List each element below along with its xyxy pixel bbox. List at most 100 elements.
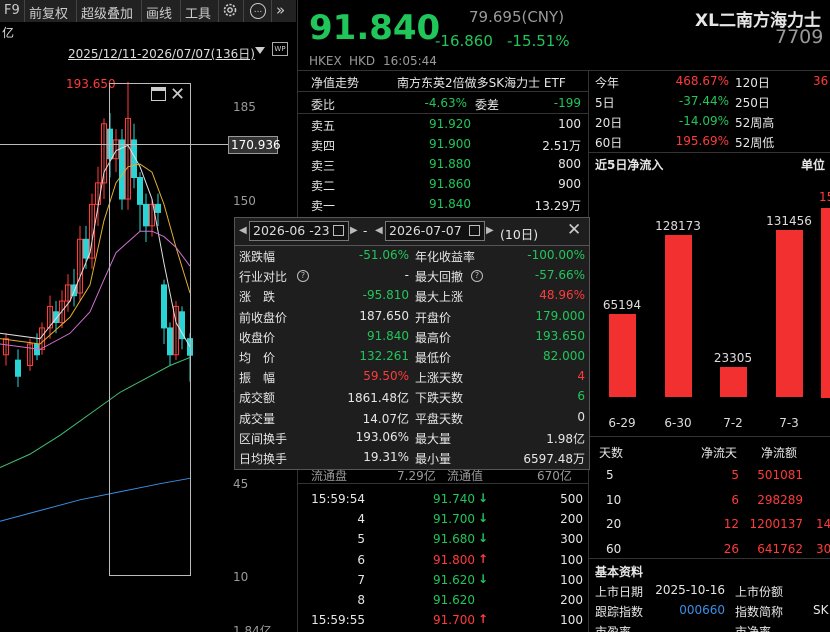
interval-days: (10日) [500, 227, 539, 242]
range-dropdown-icon[interactable] [255, 47, 265, 54]
flow-day-label: 7-3 [779, 416, 799, 430]
ask-volume: 800 [558, 157, 581, 171]
nav-trend-tab[interactable]: 净值走势 [311, 74, 359, 91]
tick-time: 15:59:54 [311, 492, 365, 506]
popup-metric-label: 最大回撤 [415, 270, 464, 285]
help-icon[interactable]: ? [297, 270, 309, 283]
popup-metric-label: 涨 跌 [239, 290, 276, 305]
market-label: HKEX [309, 54, 342, 68]
popup-metric-value: 59.50% [363, 369, 409, 384]
start-date-input[interactable]: 2026-06 -23 [249, 221, 349, 241]
tick-volume: 300 [560, 532, 583, 547]
popup-metric-value: -100.00% [527, 248, 585, 262]
flow-bar[interactable] [776, 230, 803, 397]
overlay-button[interactable]: 超级叠加 [81, 3, 133, 22]
flow-bar[interactable] [665, 234, 692, 397]
popup-metric-label: 最低价 [415, 351, 452, 365]
flow-title: 近5日净流入 [595, 158, 664, 172]
flow-table-amount: 501081 [757, 468, 803, 482]
basic-info-key: 上市份额 [735, 585, 784, 599]
volume-unit: 亿 [2, 26, 15, 40]
close-icon[interactable]: ✕ [170, 84, 185, 105]
flow-table-days: 10 [606, 492, 622, 507]
ask-level-label: 卖三 [311, 159, 336, 173]
tick-price: 91.800 [433, 552, 475, 567]
prev-start-icon[interactable]: ◀ [239, 225, 247, 236]
calendar-icon[interactable] [469, 225, 480, 236]
ask-level-label: 卖一 [311, 199, 336, 213]
tick-volume: 200 [560, 512, 583, 527]
down-arrow-icon: ↓ [478, 491, 489, 505]
gear-icon[interactable] [222, 2, 238, 22]
popup-metric-label: 下跌天数 [415, 391, 464, 406]
flow-bar[interactable] [609, 314, 636, 397]
flow-table-days: 60 [606, 541, 622, 556]
popup-metric-label: 日均换手 [239, 452, 288, 466]
stat-period-value: -37.44% [678, 94, 729, 108]
tick-price: 91.680 [433, 532, 475, 547]
change-percent: -15.51% [507, 32, 570, 50]
tick-price: 91.620 [433, 572, 475, 587]
f9-button[interactable]: F9 [4, 3, 20, 18]
popup-metric-value: -57.66% [534, 268, 585, 283]
calendar-icon[interactable] [333, 225, 344, 236]
basic-info-value[interactable]: 000660 [643, 603, 725, 617]
popup-metric-label: 前收盘价 [239, 310, 288, 325]
popup-metric-label: 均 价 [239, 351, 276, 365]
ask-price[interactable]: 91.920 [387, 117, 471, 131]
popup-metric-value: 14.07亿 [362, 411, 409, 426]
tick-volume: 500 [560, 492, 583, 506]
popup-metric-label: 收盘价 [239, 330, 276, 345]
basic-info-value: SK [813, 603, 829, 617]
ask-price[interactable]: 91.880 [387, 157, 471, 171]
currency-label: HKD [349, 54, 376, 68]
down-arrow-icon: ↓ [478, 511, 489, 526]
fund-name: 南方东英2倍做多SK海力士 ETF [397, 76, 566, 90]
y-tick: 150 [233, 194, 256, 208]
cny-price: 79.695(CNY) [469, 8, 565, 26]
draw-button[interactable]: 画线 [146, 3, 172, 22]
popup-metric-value: 6 [577, 389, 585, 404]
ask-price[interactable]: 91.840 [387, 197, 471, 211]
flow-table-extra: 30 [816, 541, 830, 556]
popup-metric-value: 193.06% [355, 429, 409, 444]
ask-price[interactable]: 91.900 [387, 137, 471, 151]
next-end-icon[interactable]: ▶ [486, 225, 494, 236]
adjust-button[interactable]: 前复权 [29, 3, 68, 22]
tick-price: 91.740 [433, 492, 475, 506]
flow-edge-value: 15 [819, 190, 830, 204]
expand-icon[interactable]: » [276, 1, 285, 19]
popup-metric-value: 82.000 [543, 349, 585, 363]
popup-metric-label: 年化收益率 [415, 250, 476, 264]
basic-info-value: 2025-10-16 [655, 583, 725, 597]
tick-price: 91.700 [433, 512, 475, 527]
popup-metric-label: 上涨天数 [415, 371, 464, 386]
more-icon[interactable]: ... [250, 3, 266, 19]
popup-metric-value: -95.810 [362, 288, 409, 303]
ask-level-label: 卖四 [311, 139, 336, 153]
tools-button[interactable]: 工具 [185, 3, 211, 22]
stat-period-value: 468.67% [675, 74, 729, 88]
interval-stats-popup[interactable]: ◀ 2026-06 -23 ▶ - ◀ 2026-07-07 ▶ (10日) ✕… [234, 217, 590, 470]
close-icon[interactable]: ✕ [567, 220, 581, 240]
flow-table-header: 净流天 [701, 446, 738, 460]
ask-volume: 13.29万 [534, 199, 581, 213]
popup-metric-value: - [404, 268, 409, 283]
stat-long-label: 120日 [735, 76, 770, 90]
flow-bar-value: 23305 [713, 351, 753, 366]
end-date-input[interactable]: 2026-07-07 [385, 221, 485, 241]
help-icon[interactable]: ? [471, 270, 483, 283]
stat-long-label: 52周高 [735, 116, 775, 130]
popup-metric-label: 开盘价 [415, 310, 452, 325]
next-start-icon[interactable]: ▶ [350, 225, 358, 236]
popup-metric-label: 最大上涨 [415, 290, 464, 305]
flow-bar[interactable] [720, 367, 747, 397]
y-tick: 10 [233, 570, 249, 584]
flow-table-amount: 641762 [757, 541, 803, 556]
stat-period-label: 20日 [595, 116, 623, 130]
flow-bar-partial [821, 208, 830, 398]
prev-end-icon[interactable]: ◀ [375, 225, 383, 236]
ask-price[interactable]: 91.860 [387, 177, 471, 191]
wp-icon[interactable]: WP [272, 42, 288, 56]
selection-box[interactable] [109, 83, 191, 576]
